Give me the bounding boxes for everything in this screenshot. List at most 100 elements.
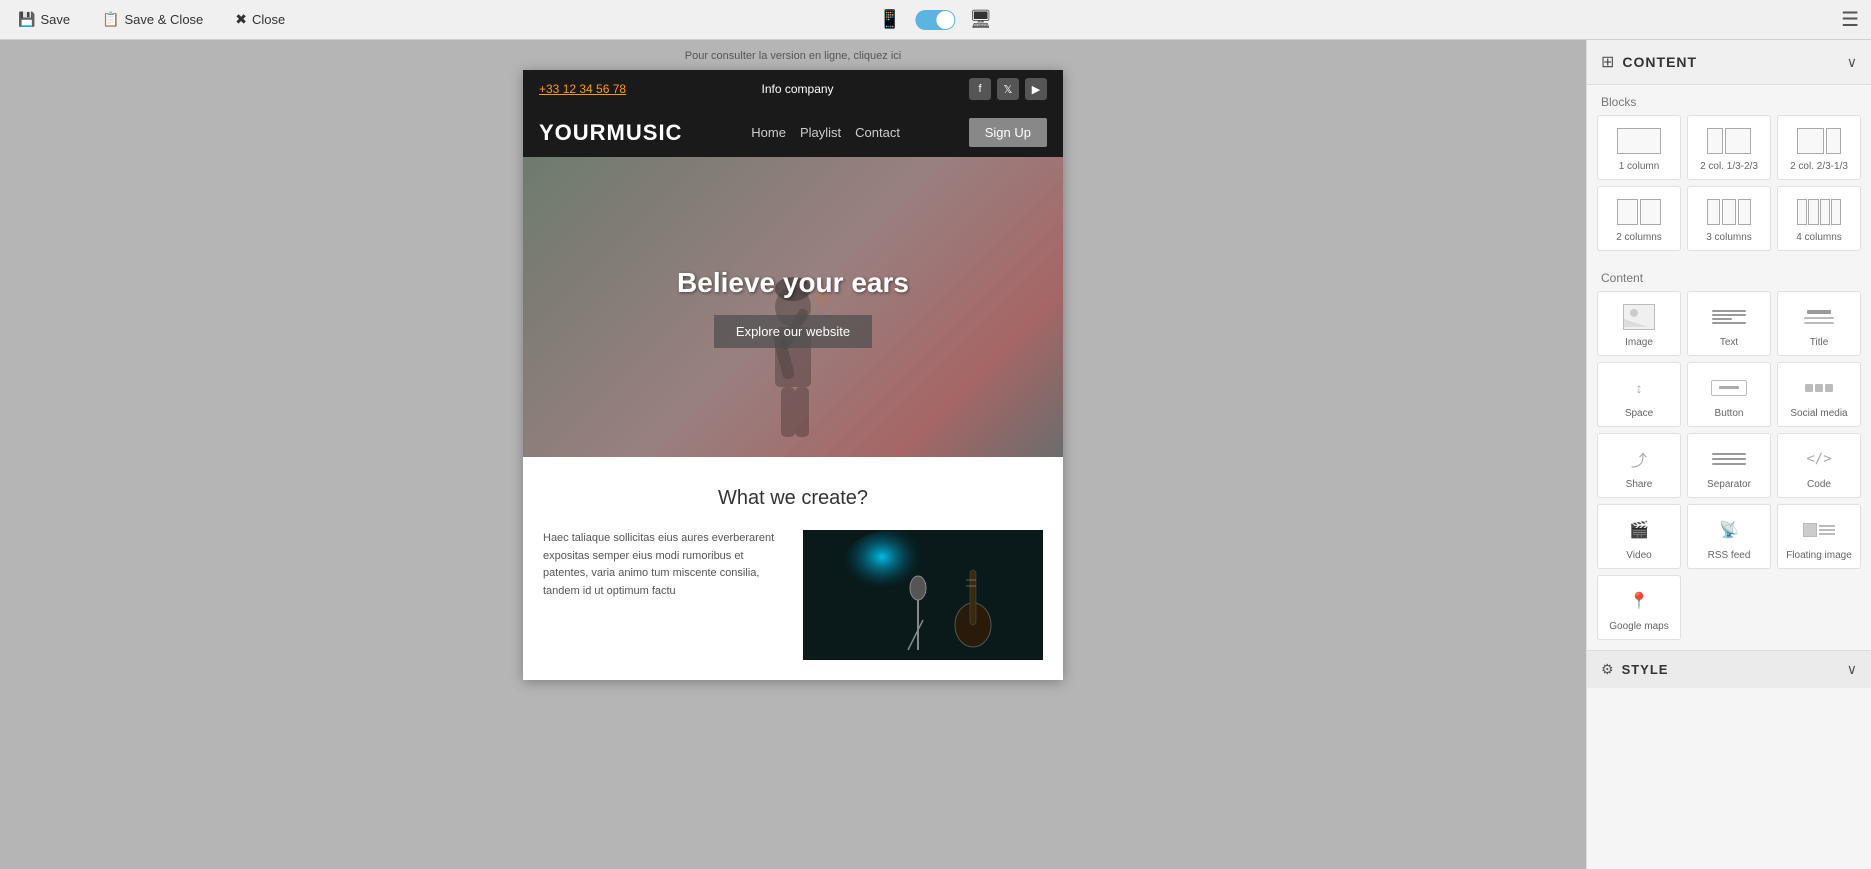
block-3col-label: 3 columns <box>1706 232 1752 243</box>
block-separator-label: Separator <box>1707 479 1751 490</box>
concert-image-svg <box>803 530 1043 660</box>
block-2col-2313-icon <box>1794 126 1844 156</box>
nav-links: Home Playlist Contact <box>751 125 900 140</box>
site-preview: +33 12 34 56 78 Info company f 𝕏 ▶ YOURM… <box>523 70 1063 680</box>
block-title-icon <box>1794 302 1844 332</box>
block-image-icon <box>1614 302 1664 332</box>
block-rss[interactable]: 📡 RSS feed <box>1687 504 1771 569</box>
close-button[interactable]: ✖ Close <box>229 7 291 32</box>
panel-grid-icon: ⊞ <box>1601 52 1614 72</box>
desktop-device-button[interactable]: 🖥 <box>965 7 996 32</box>
block-2col-label: 2 columns <box>1616 232 1662 243</box>
block-title[interactable]: Title <box>1777 291 1861 356</box>
block-text[interactable]: Text <box>1687 291 1771 356</box>
device-switcher: 📱 🖥 <box>875 7 996 32</box>
toolbar-right: ☰ <box>1841 7 1859 32</box>
signup-button[interactable]: Sign Up <box>969 118 1047 147</box>
block-3col[interactable]: 3 columns <box>1687 186 1771 251</box>
style-section-header[interactable]: ⚙ STYLE ∨ <box>1587 650 1871 688</box>
block-2col-1323[interactable]: 2 col. 1/3-2/3 <box>1687 115 1771 180</box>
mobile-device-button[interactable]: 📱 <box>875 7 905 32</box>
block-2col-1323-icon <box>1704 126 1754 156</box>
block-separator-icon <box>1704 444 1754 474</box>
block-1col-icon <box>1614 126 1664 156</box>
youtube-icon[interactable]: ▶ <box>1025 78 1047 100</box>
block-space[interactable]: ↕ Space <box>1597 362 1681 427</box>
block-rss-label: RSS feed <box>1708 550 1751 561</box>
block-text-label: Text <box>1720 337 1738 348</box>
save-close-button[interactable]: 📋 Save & Close <box>96 7 209 32</box>
block-code[interactable]: </> Code <box>1777 433 1861 498</box>
style-collapse-button[interactable]: ∨ <box>1847 661 1857 678</box>
nav-contact[interactable]: Contact <box>855 125 900 140</box>
block-image-label: Image <box>1625 337 1653 348</box>
device-toggle[interactable] <box>915 10 955 30</box>
block-maps-label: Google maps <box>1609 621 1668 632</box>
block-maps-icon: 📍 <box>1614 586 1664 616</box>
block-video[interactable]: 🎬 Video <box>1597 504 1681 569</box>
nav-playlist[interactable]: Playlist <box>800 125 841 140</box>
twitter-icon[interactable]: 𝕏 <box>997 78 1019 100</box>
site-hero: Believe your ears Explore our website <box>523 157 1063 457</box>
block-text-icon <box>1704 302 1754 332</box>
block-social[interactable]: Social media <box>1777 362 1861 427</box>
site-phone[interactable]: +33 12 34 56 78 <box>539 82 626 96</box>
block-maps[interactable]: 📍 Google maps <box>1597 575 1681 640</box>
save-icon: 💾 <box>18 11 35 28</box>
nav-home[interactable]: Home <box>751 125 786 140</box>
site-company: Info company <box>762 82 834 96</box>
block-share-icon: ⤴ <box>1614 444 1664 474</box>
section-title: What we create? <box>543 487 1043 510</box>
hero-explore-button[interactable]: Explore our website <box>714 315 872 348</box>
layout-blocks-grid: 1 column 2 col. 1/3-2/3 <box>1587 115 1871 261</box>
block-title-label: Title <box>1810 337 1829 348</box>
panel-header: ⊞ CONTENT ∨ <box>1587 40 1871 85</box>
panel-collapse-button[interactable]: ∨ <box>1847 54 1857 71</box>
block-floating[interactable]: Floating image <box>1777 504 1861 569</box>
style-gear-icon: ⚙ <box>1601 661 1614 678</box>
save-close-label: Save & Close <box>125 12 204 27</box>
site-top-bar: +33 12 34 56 78 Info company f 𝕏 ▶ <box>523 70 1063 108</box>
toolbar: 💾 Save 📋 Save & Close ✖ Close 📱 🖥 ☰ <box>0 0 1871 40</box>
panel-title: CONTENT <box>1622 54 1697 70</box>
content-image <box>803 530 1043 660</box>
block-floating-icon <box>1794 515 1844 545</box>
block-social-label: Social media <box>1790 408 1847 419</box>
block-share[interactable]: ⤴ Share <box>1597 433 1681 498</box>
block-button[interactable]: Button <box>1687 362 1771 427</box>
save-close-icon: 📋 <box>102 11 119 28</box>
block-button-label: Button <box>1715 408 1744 419</box>
save-button[interactable]: 💾 Save <box>12 7 76 32</box>
main-area: Pour consulter la version en ligne, cliq… <box>0 40 1871 869</box>
close-icon: ✖ <box>235 11 247 28</box>
block-4col-icon <box>1794 197 1844 227</box>
block-floating-label: Floating image <box>1786 550 1852 561</box>
block-code-label: Code <box>1807 479 1831 490</box>
content-section-label: Content <box>1587 261 1871 291</box>
notice-link[interactable]: cliquez ici <box>854 50 902 62</box>
block-2col-2313[interactable]: 2 col. 2/3-1/3 <box>1777 115 1861 180</box>
block-separator[interactable]: Separator <box>1687 433 1771 498</box>
facebook-icon[interactable]: f <box>969 78 991 100</box>
menu-icon[interactable]: ☰ <box>1841 7 1859 32</box>
block-rss-icon: 📡 <box>1704 515 1754 545</box>
block-1col[interactable]: 1 column <box>1597 115 1681 180</box>
block-3col-icon <box>1704 197 1754 227</box>
hero-content: Believe your ears Explore our website <box>677 267 909 348</box>
block-code-icon: </> <box>1794 444 1844 474</box>
hero-title: Believe your ears <box>677 267 909 299</box>
block-4col-label: 4 columns <box>1796 232 1842 243</box>
block-2col[interactable]: 2 columns <box>1597 186 1681 251</box>
close-label: Close <box>252 12 285 27</box>
blocks-section-label: Blocks <box>1587 85 1871 115</box>
site-nav: YOURMUSIC Home Playlist Contact Sign Up <box>523 108 1063 157</box>
block-space-label: Space <box>1625 408 1653 419</box>
block-space-icon: ↕ <box>1614 373 1664 403</box>
style-header-left: ⚙ STYLE <box>1601 661 1668 678</box>
toggle-knob <box>936 11 954 29</box>
site-content: What we create? Haec taliaque sollicitas… <box>523 457 1063 680</box>
block-4col[interactable]: 4 columns <box>1777 186 1861 251</box>
block-image[interactable]: Image <box>1597 291 1681 356</box>
notice-text: Pour consulter la version en ligne, <box>685 50 851 62</box>
block-2col-1323-label: 2 col. 1/3-2/3 <box>1700 161 1758 172</box>
